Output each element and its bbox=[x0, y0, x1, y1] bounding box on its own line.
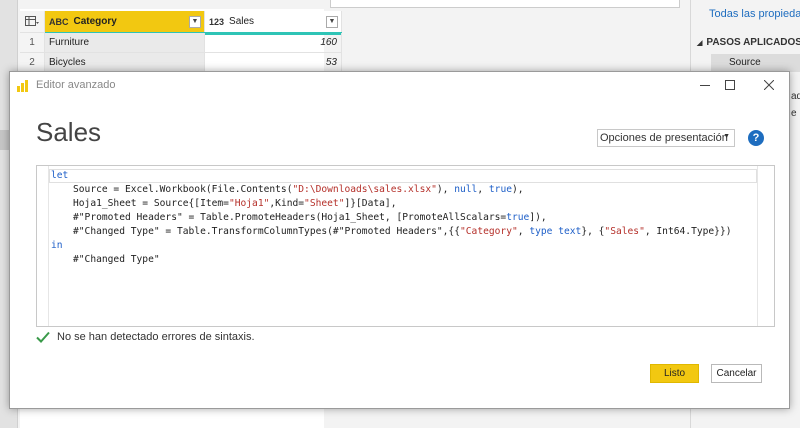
help-icon[interactable]: ? bbox=[748, 130, 764, 146]
syntax-status-text: No se han detectado errores de sintaxis. bbox=[57, 331, 255, 343]
number-type-icon: 123 bbox=[209, 16, 225, 27]
query-name-heading: Sales bbox=[36, 117, 102, 147]
code-token: #"Promoted Headers" = Table.PromoteHeade… bbox=[73, 212, 507, 223]
code-token: type text bbox=[529, 226, 582, 237]
maximize-icon bbox=[725, 80, 735, 90]
code-token: ), bbox=[512, 184, 524, 195]
code-token: true bbox=[506, 212, 530, 223]
close-button[interactable] bbox=[754, 74, 784, 96]
cell-category[interactable]: Furniture bbox=[45, 33, 205, 53]
maximize-button[interactable] bbox=[715, 74, 745, 96]
code-token: in bbox=[51, 240, 63, 251]
row-index: 2 bbox=[20, 53, 45, 73]
all-properties-link[interactable]: Todas las propiedades bbox=[709, 8, 800, 20]
code-editor[interactable]: let Source = Excel.Workbook(File.Contents… bbox=[36, 165, 775, 327]
power-bi-logo-icon bbox=[17, 80, 29, 92]
text-type-icon: ABC bbox=[49, 16, 69, 27]
code-token: null bbox=[454, 184, 478, 195]
grid-header-row: ABC Category ▼ 123 Sales ▼ bbox=[20, 11, 342, 33]
cell-sales[interactable]: 53 bbox=[205, 53, 342, 73]
step-item-partial[interactable]: ad bbox=[791, 91, 800, 102]
applied-steps-label: PASOS APLICADOS bbox=[706, 37, 800, 48]
chevron-down-icon[interactable]: ▼ bbox=[326, 16, 338, 28]
code-token: let bbox=[51, 170, 69, 181]
column-header-label: Category bbox=[73, 16, 117, 27]
check-icon bbox=[36, 331, 50, 343]
code-line: let bbox=[51, 169, 732, 183]
chevron-down-icon: ▼ bbox=[723, 133, 730, 140]
code-line: Source = Excel.Workbook(File.Contents("D… bbox=[51, 183, 732, 197]
column-header-label: Sales bbox=[229, 16, 255, 27]
column-header-category[interactable]: ABC Category ▼ bbox=[45, 11, 205, 33]
code-token: true bbox=[488, 184, 513, 195]
code-token: "Hoja1" bbox=[228, 198, 270, 209]
editor-gutter bbox=[48, 166, 49, 326]
code-token: , bbox=[517, 226, 530, 237]
table-menu-icon[interactable] bbox=[20, 11, 45, 33]
close-icon bbox=[764, 80, 774, 90]
step-item-partial[interactable]: e bbox=[791, 108, 797, 119]
dialog-titlebar[interactable]: Editor avanzado bbox=[10, 72, 789, 98]
code-token: Hoja1_Sheet = Source{[Item= bbox=[73, 198, 229, 209]
minimize-icon bbox=[700, 85, 710, 86]
collapse-triangle-icon: ◢ bbox=[697, 40, 703, 47]
editor-minimap-edge bbox=[757, 166, 758, 326]
code-token: ]}[Data], bbox=[344, 198, 397, 209]
code-text[interactable]: let Source = Excel.Workbook(File.Contents… bbox=[51, 169, 732, 267]
code-token: "D:\Downloads\sales.xlsx" bbox=[292, 184, 437, 195]
code-line: #"Promoted Headers" = Table.PromoteHeade… bbox=[51, 211, 732, 225]
code-token: , bbox=[477, 184, 489, 195]
code-token: , Int64.Type}}) bbox=[644, 226, 732, 237]
step-item-source[interactable]: Source bbox=[711, 54, 800, 72]
cell-category[interactable]: Bicycles bbox=[45, 53, 205, 73]
code-line: #"Changed Type" = Table.TransformColumnT… bbox=[51, 225, 732, 239]
code-token: "Sheet" bbox=[304, 198, 345, 209]
code-token: #"Changed Type" bbox=[73, 254, 160, 265]
code-line: #"Changed Type" bbox=[51, 253, 732, 267]
done-button[interactable]: Listo bbox=[650, 364, 699, 383]
formula-bar[interactable] bbox=[330, 0, 680, 8]
code-token: ,Kind= bbox=[269, 198, 305, 209]
window-title: Editor avanzado bbox=[36, 79, 116, 91]
advanced-editor-dialog: Editor avanzado Sales Opciones de presen… bbox=[9, 71, 790, 409]
table-row: 2 Bicycles 53 bbox=[20, 53, 342, 73]
column-header-sales[interactable]: 123 Sales ▼ bbox=[205, 11, 342, 33]
cancel-button[interactable]: Cancelar bbox=[711, 364, 762, 383]
code-token: Source = Excel.Workbook(File.Contents( bbox=[73, 184, 293, 195]
view-options-label: Opciones de presentación bbox=[600, 132, 728, 144]
chevron-down-icon[interactable]: ▼ bbox=[189, 16, 201, 28]
view-options-dropdown[interactable]: Opciones de presentación ▼ bbox=[597, 129, 735, 147]
code-line: Hoja1_Sheet = Source{[Item="Hoja1",Kind=… bbox=[51, 197, 732, 211]
table-row: 1 Furniture 160 bbox=[20, 33, 342, 53]
code-token: "Category" bbox=[460, 226, 518, 237]
code-token: "Sales" bbox=[604, 226, 645, 237]
syntax-status: No se han detectado errores de sintaxis. bbox=[36, 331, 255, 343]
code-token: ]), bbox=[529, 212, 547, 223]
row-index: 1 bbox=[20, 33, 45, 53]
code-token: #"Changed Type" = Table.TransformColumnT… bbox=[73, 226, 460, 237]
applied-steps-title[interactable]: ◢ PASOS APLICADOS bbox=[697, 37, 800, 48]
code-line: in bbox=[51, 239, 732, 253]
code-token: ), bbox=[436, 184, 455, 195]
cell-sales[interactable]: 160 bbox=[205, 33, 342, 53]
code-token: }, { bbox=[581, 226, 605, 237]
